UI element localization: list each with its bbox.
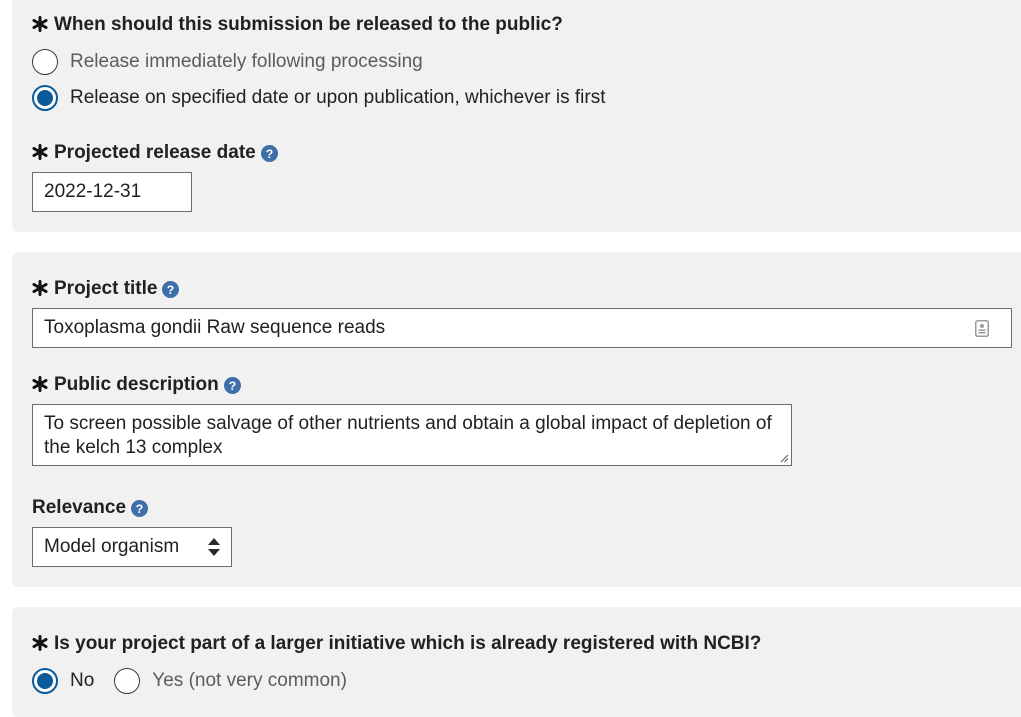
relevance-label-text: Relevance [32, 497, 127, 518]
required-asterisk-icon [32, 376, 48, 392]
question-circle-icon[interactable]: ? [223, 376, 241, 394]
svg-text:?: ? [265, 147, 273, 161]
radio-specified-label: Release on specified date or upon public… [70, 87, 606, 108]
required-asterisk-icon [32, 16, 48, 32]
project-title-value: Toxoplasma gondii Raw sequence reads [44, 317, 386, 338]
sort-caret-icon [208, 538, 220, 556]
resize-grip-icon[interactable] [779, 453, 789, 463]
release-question-text: When should this submission be released … [54, 14, 563, 35]
svg-text:?: ? [136, 502, 144, 516]
release-date-label-text: Projected release date [54, 142, 256, 163]
release-date-label: Projected release date ? [32, 142, 278, 164]
relevance-label: Relevance ? [32, 497, 149, 519]
project-title-input[interactable]: Toxoplasma gondii Raw sequence reads [32, 308, 1012, 348]
project-title-label-text: Project title [54, 278, 158, 299]
radio-immediate[interactable] [32, 49, 58, 75]
initiative-section [12, 607, 1021, 717]
release-option-specified[interactable]: Release on specified date or upon public… [32, 85, 605, 111]
project-title-label: Project title ? [32, 278, 180, 300]
radio-yes[interactable] [114, 668, 141, 694]
question-circle-icon[interactable]: ? [162, 280, 180, 298]
initiative-question: Is your project part of a larger initiat… [32, 633, 761, 655]
contact-card-icon[interactable] [975, 320, 989, 337]
release-date-input[interactable]: 2022-12-31 [32, 172, 192, 212]
svg-text:?: ? [167, 283, 175, 297]
required-asterisk-icon [32, 280, 48, 296]
radio-immediate-label: Release immediately following processing [70, 51, 423, 72]
relevance-value: Model organism [44, 536, 180, 557]
release-date-value: 2022-12-31 [44, 181, 142, 202]
release-question: When should this submission be released … [32, 14, 563, 36]
radio-no[interactable] [32, 668, 58, 694]
initiative-options: No Yes (not very common) [32, 668, 347, 694]
question-circle-icon[interactable]: ? [131, 499, 149, 517]
public-description-label-text: Public description [54, 374, 219, 395]
required-asterisk-icon [32, 635, 48, 651]
release-option-immediate[interactable]: Release immediately following processing [32, 49, 423, 75]
radio-specified[interactable] [32, 85, 58, 111]
public-description-value: To screen possible salvage of other nutr… [44, 413, 772, 458]
public-description-textarea[interactable]: To screen possible salvage of other nutr… [32, 404, 792, 466]
radio-yes-label: Yes (not very common) [152, 670, 347, 691]
initiative-question-text: Is your project part of a larger initiat… [54, 633, 762, 654]
radio-no-label: No [70, 670, 95, 691]
relevance-select[interactable]: Model organism [32, 527, 232, 567]
svg-text:?: ? [228, 379, 236, 393]
required-asterisk-icon [32, 144, 48, 160]
question-circle-icon[interactable]: ? [260, 144, 278, 162]
public-description-label: Public description ? [32, 374, 241, 396]
